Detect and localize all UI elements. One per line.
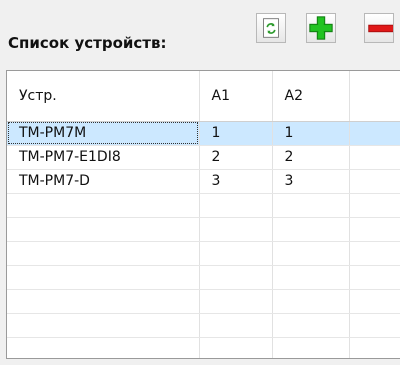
empty-cell — [349, 217, 400, 242]
device-list-title: Список устройств: — [8, 34, 167, 52]
table-row[interactable]: TM-PM7-E1DI8 2 2 — [7, 145, 400, 170]
empty-table-row — [7, 217, 400, 242]
add-device-button[interactable] — [306, 13, 336, 43]
device-list-header: Список устройств: — [0, 0, 400, 70]
empty-cell — [272, 193, 350, 218]
a2-cell[interactable]: 2 — [272, 145, 350, 170]
empty-table-row — [7, 337, 400, 358]
empty-cell — [199, 217, 273, 242]
empty-cell — [349, 313, 400, 338]
empty-cell — [7, 193, 200, 218]
empty-cell — [272, 289, 350, 314]
remove-device-button[interactable] — [364, 13, 394, 43]
a2-cell[interactable]: 1 — [272, 121, 350, 146]
empty-cell — [272, 313, 350, 338]
empty-cell — [199, 241, 273, 266]
table-header-row: Устр. А1 А2 — [7, 71, 400, 122]
empty-cell — [7, 289, 200, 314]
empty-cell — [7, 265, 200, 290]
empty-cell — [7, 313, 200, 338]
empty-cell — [272, 337, 350, 358]
a2-cell[interactable]: 3 — [272, 169, 350, 194]
device-cell[interactable]: TM-PM7M — [7, 121, 200, 146]
empty-cell — [272, 241, 350, 266]
empty-cell — [199, 289, 273, 314]
empty-cell — [199, 337, 273, 358]
empty-cell — [349, 337, 400, 358]
device-list-panel: Список устройств: Устр. А1 А2 TM-PM7M 1 … — [0, 0, 400, 365]
empty-cell — [349, 121, 400, 146]
empty-cell — [272, 265, 350, 290]
empty-cell — [199, 313, 273, 338]
empty-table-row — [7, 193, 400, 218]
empty-cell — [349, 289, 400, 314]
column-header-empty — [349, 71, 400, 122]
minus-icon — [365, 14, 393, 42]
empty-cell — [7, 241, 200, 266]
device-cell[interactable]: TM-PM7-D — [7, 169, 200, 194]
column-header-a1[interactable]: А1 — [199, 71, 273, 122]
empty-cell — [199, 193, 273, 218]
refresh-icon — [257, 14, 285, 42]
empty-cell — [272, 217, 350, 242]
a1-cell[interactable]: 1 — [199, 121, 273, 146]
empty-table-row — [7, 265, 400, 290]
empty-table-row — [7, 313, 400, 338]
a1-cell[interactable]: 3 — [199, 169, 273, 194]
empty-cell — [349, 241, 400, 266]
device-cell[interactable]: TM-PM7-E1DI8 — [7, 145, 200, 170]
empty-cell — [7, 337, 200, 358]
a1-cell[interactable]: 2 — [199, 145, 273, 170]
plus-icon — [307, 14, 335, 42]
table-row[interactable]: TM-PM7M 1 1 — [7, 121, 400, 146]
empty-table-row — [7, 241, 400, 266]
empty-cell — [349, 169, 400, 194]
table-row[interactable]: TM-PM7-D 3 3 — [7, 169, 400, 194]
empty-cell — [7, 217, 200, 242]
column-header-device[interactable]: Устр. — [7, 71, 200, 122]
empty-cell — [199, 265, 273, 290]
empty-cell — [349, 193, 400, 218]
device-table-frame: Устр. А1 А2 TM-PM7M 1 1 TM-PM7-E1DI8 2 2 — [6, 70, 400, 359]
refresh-button[interactable] — [256, 13, 286, 43]
empty-table-row — [7, 289, 400, 314]
device-table: Устр. А1 А2 TM-PM7M 1 1 TM-PM7-E1DI8 2 2 — [7, 71, 400, 358]
empty-cell — [349, 145, 400, 170]
column-header-a2[interactable]: А2 — [272, 71, 350, 122]
empty-cell — [349, 265, 400, 290]
